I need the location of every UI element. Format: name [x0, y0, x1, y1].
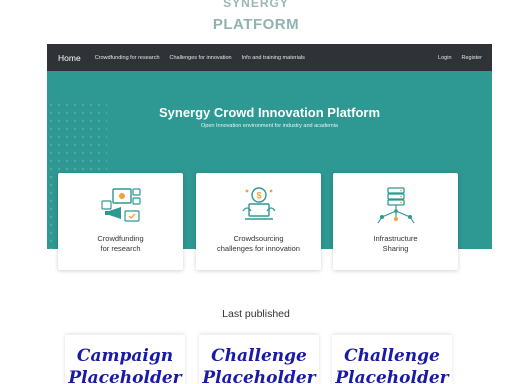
navbar: Home Crowdfunding for research Challenge… — [47, 44, 492, 71]
nav-home[interactable]: Home — [58, 53, 81, 63]
card-label-line2: for research — [100, 243, 141, 253]
card-label: Infrastructure Sharing — [337, 234, 454, 253]
card-label: Crowdsourcing challenges for innovation — [200, 234, 317, 253]
hero-title: Synergy Crowd Innovation Platform — [158, 105, 381, 120]
crowdsourcing-icon: $ — [241, 187, 276, 220]
placeholder-tile[interactable]: Challenge Placeholder — [199, 335, 319, 384]
nav-register[interactable]: Register — [462, 55, 482, 61]
section-title-last-published: Last published — [222, 308, 290, 320]
nav-auth: Login Register — [428, 55, 482, 61]
page: SYNERGY PLATFORM Home Crowdfunding for r… — [0, 0, 512, 384]
card-label-line1: Crowdsourcing — [233, 234, 284, 243]
svg-text:$: $ — [256, 191, 261, 201]
placeholder-text: Challenge Placeholder — [199, 345, 319, 384]
crowdfunding-icon — [100, 188, 141, 222]
logo-line2: PLATFORM — [212, 16, 300, 33]
card-label-line1: Crowdfunding — [97, 234, 144, 243]
placeholder-line1: Campaign — [76, 346, 174, 366]
card-infrastructure[interactable]: Infrastructure Sharing — [333, 173, 458, 270]
nav-item-challenges[interactable]: Challenges for innovation — [170, 55, 232, 61]
placeholder-tile[interactable]: Challenge Placeholder — [332, 335, 452, 384]
placeholder-tile[interactable]: Campaign Placeholder — [65, 335, 185, 384]
placeholder-text: Campaign Placeholder — [65, 345, 185, 384]
placeholder-text: Challenge Placeholder — [332, 345, 452, 384]
infrastructure-icon — [377, 187, 414, 224]
placeholder-line2: Placeholder — [68, 368, 182, 384]
card-label-line2: Sharing — [382, 243, 409, 253]
nav-login[interactable]: Login — [438, 55, 451, 61]
card-label: Crowdfunding for research — [62, 234, 179, 253]
placeholder-line2: Placeholder — [202, 368, 316, 384]
card-label-line1: Infrastructure — [373, 234, 418, 243]
nav-item-crowdfunding[interactable]: Crowdfunding for research — [95, 55, 160, 61]
card-label-line2: challenges for innovation — [217, 243, 300, 253]
card-crowdfunding[interactable]: Crowdfunding for research — [58, 173, 183, 270]
placeholder-line1: Challenge — [211, 346, 307, 366]
placeholder-line1: Challenge — [344, 346, 440, 366]
card-crowdsourcing[interactable]: $ Crowdsourcing challenges for innovatio… — [196, 173, 321, 270]
hero-subtitle: Open Innovation environment for industry… — [201, 123, 338, 129]
logo-line1: SYNERGY — [223, 0, 289, 10]
placeholder-line2: Placeholder — [335, 368, 449, 384]
nav-item-info-training[interactable]: Info and training materials — [242, 55, 305, 61]
logo[interactable]: SYNERGY PLATFORM — [0, 0, 512, 44]
